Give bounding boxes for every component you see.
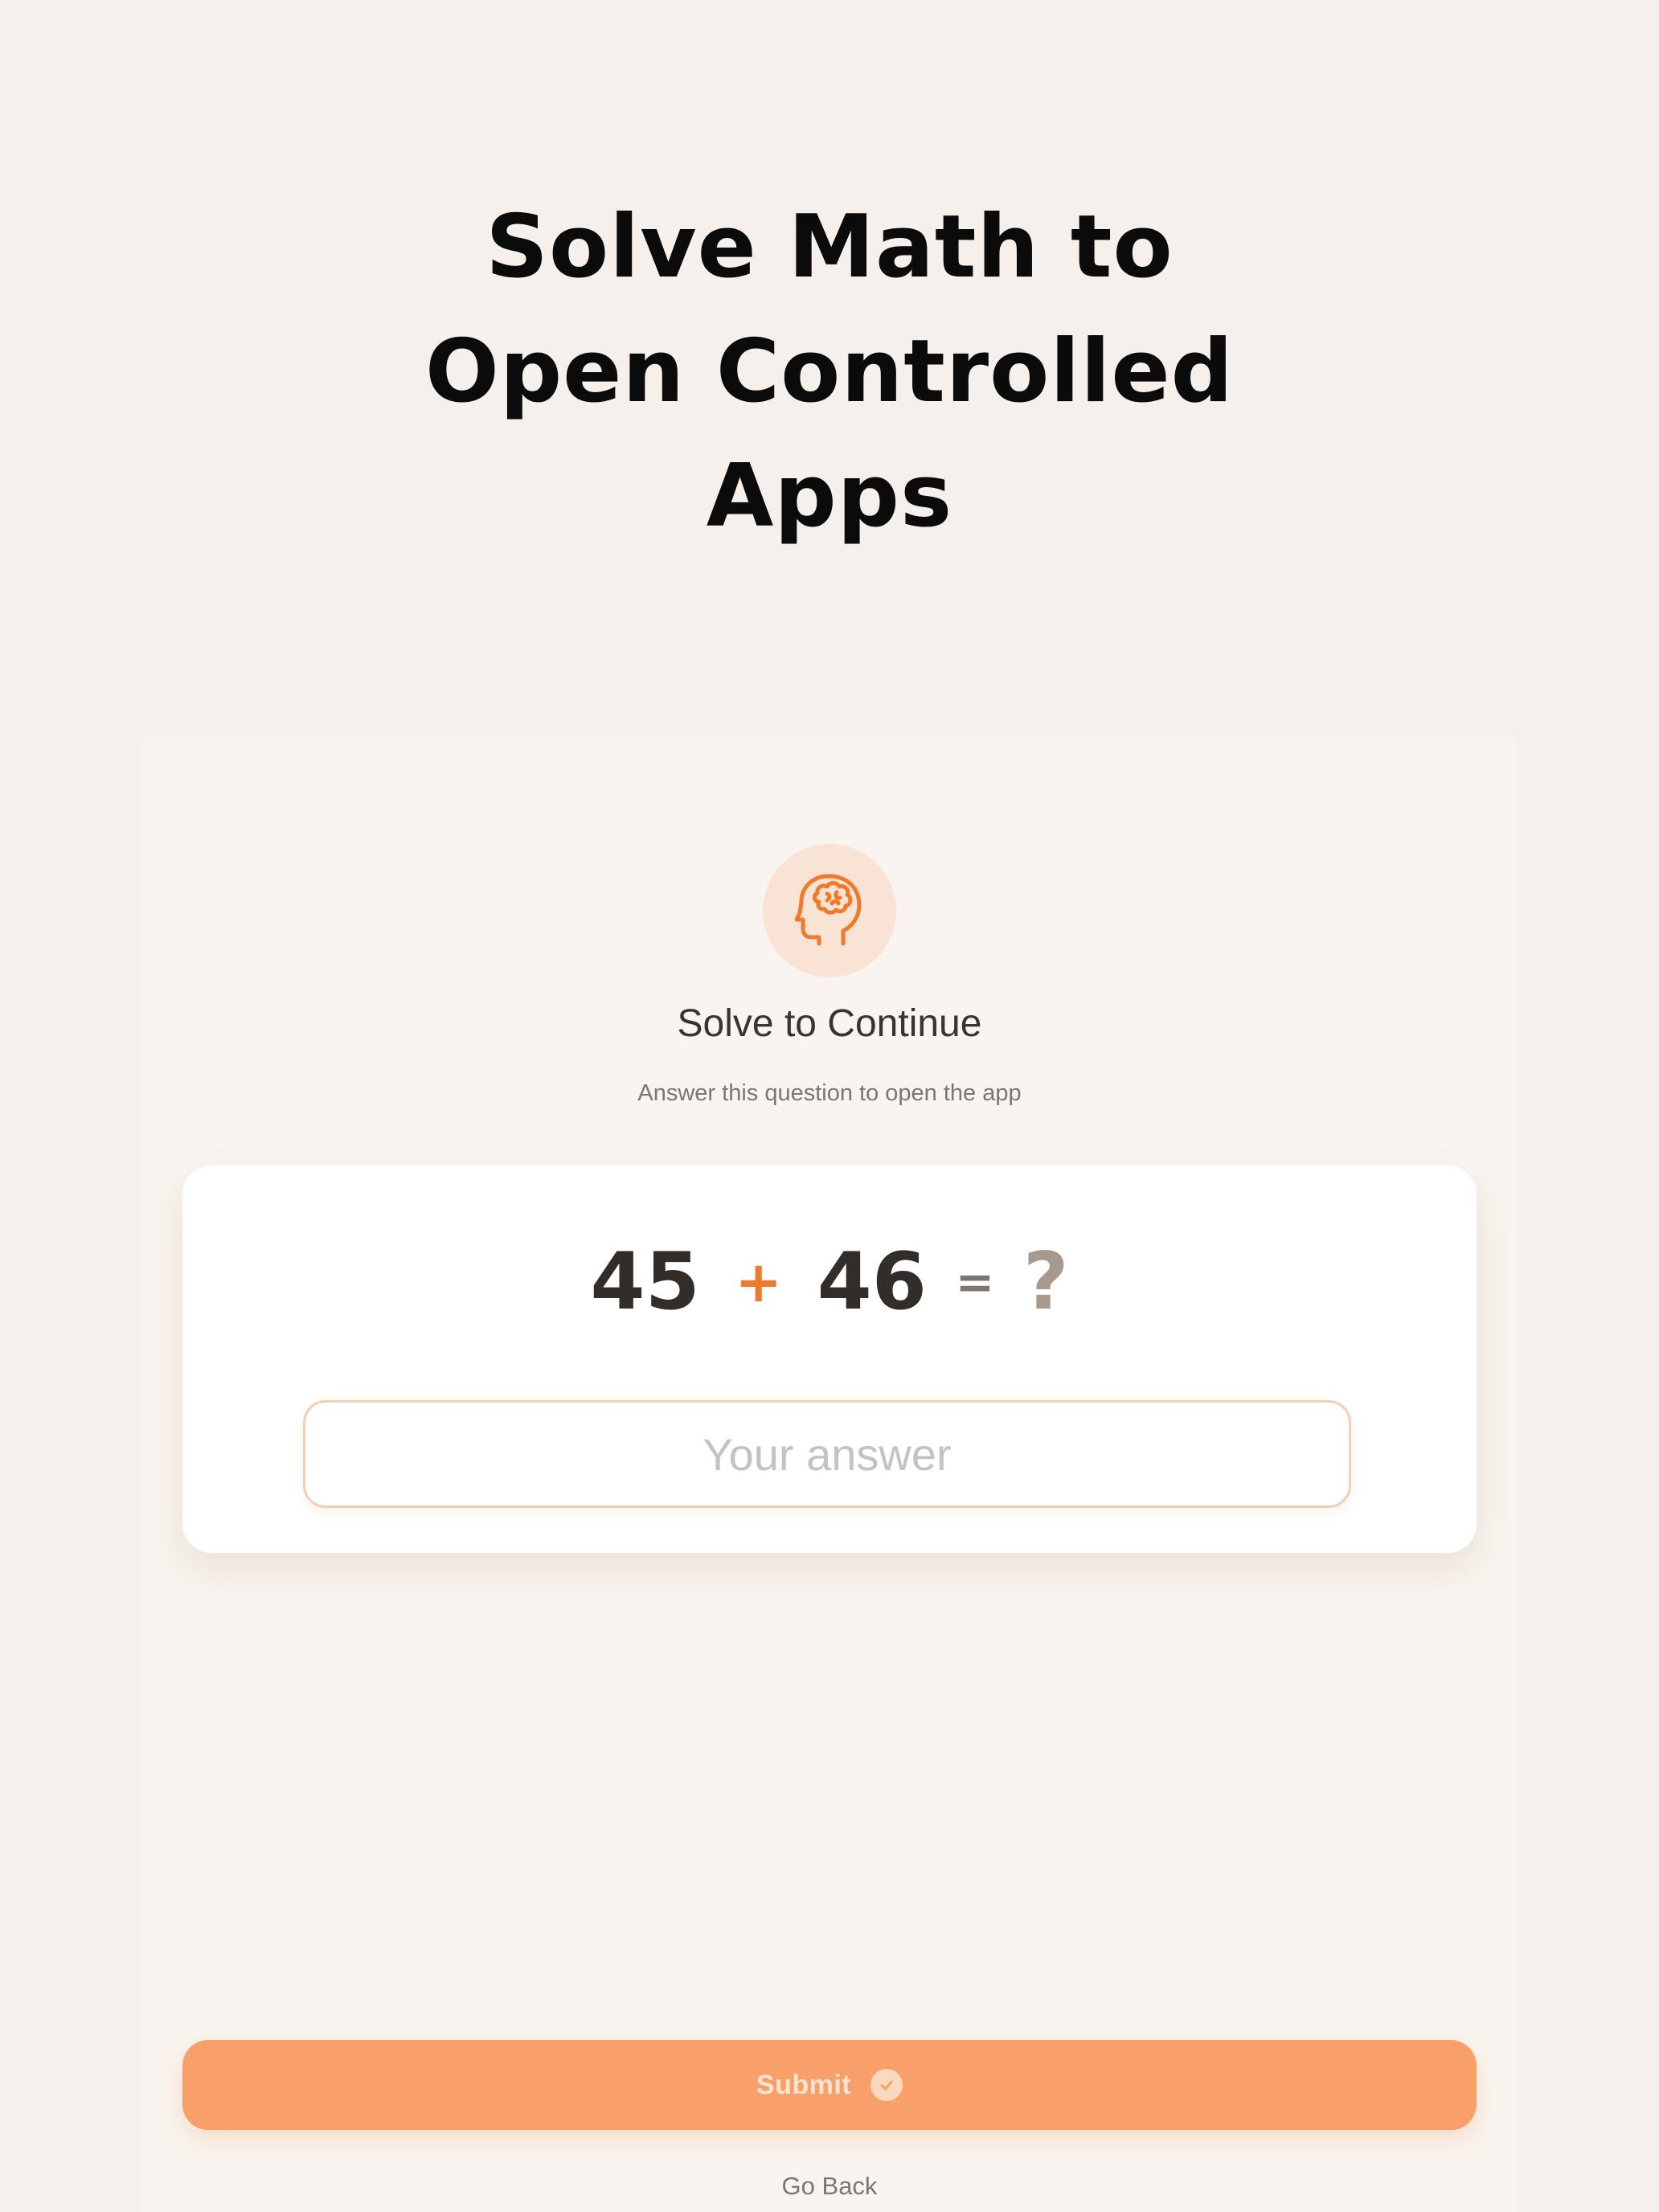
unknown-result: ? bbox=[1022, 1236, 1069, 1328]
brain-head-icon bbox=[795, 874, 862, 946]
challenge-sheet: Solve to Continue Answer this question t… bbox=[141, 736, 1518, 2212]
submit-label: Submit bbox=[756, 2069, 852, 2100]
operand-2: 46 bbox=[817, 1236, 927, 1328]
sheet-title: Solve to Continue bbox=[677, 1002, 982, 1045]
sheet-subtitle: Answer this question to open the app bbox=[637, 1080, 1022, 1106]
operand-1: 45 bbox=[590, 1236, 700, 1328]
go-back-link[interactable]: Go Back bbox=[141, 2172, 1518, 2201]
equals-sign: = bbox=[955, 1255, 995, 1309]
math-equation: 45 + 46 = ? bbox=[182, 1236, 1477, 1328]
check-circle-icon bbox=[870, 2069, 903, 2101]
headline-line-2: Open Controlled bbox=[425, 322, 1234, 422]
headline-line-3: Apps bbox=[706, 446, 953, 547]
submit-button[interactable]: Submit bbox=[182, 2040, 1477, 2130]
brain-icon-badge bbox=[763, 844, 896, 977]
headline-line-1: Solve Math to bbox=[485, 197, 1174, 297]
plus-operator: + bbox=[735, 1249, 783, 1315]
answer-input[interactable] bbox=[303, 1400, 1351, 1508]
page-headline: Solve Math to Open Controlled Apps bbox=[0, 185, 1659, 559]
question-card: 45 + 46 = ? bbox=[182, 1165, 1477, 1553]
